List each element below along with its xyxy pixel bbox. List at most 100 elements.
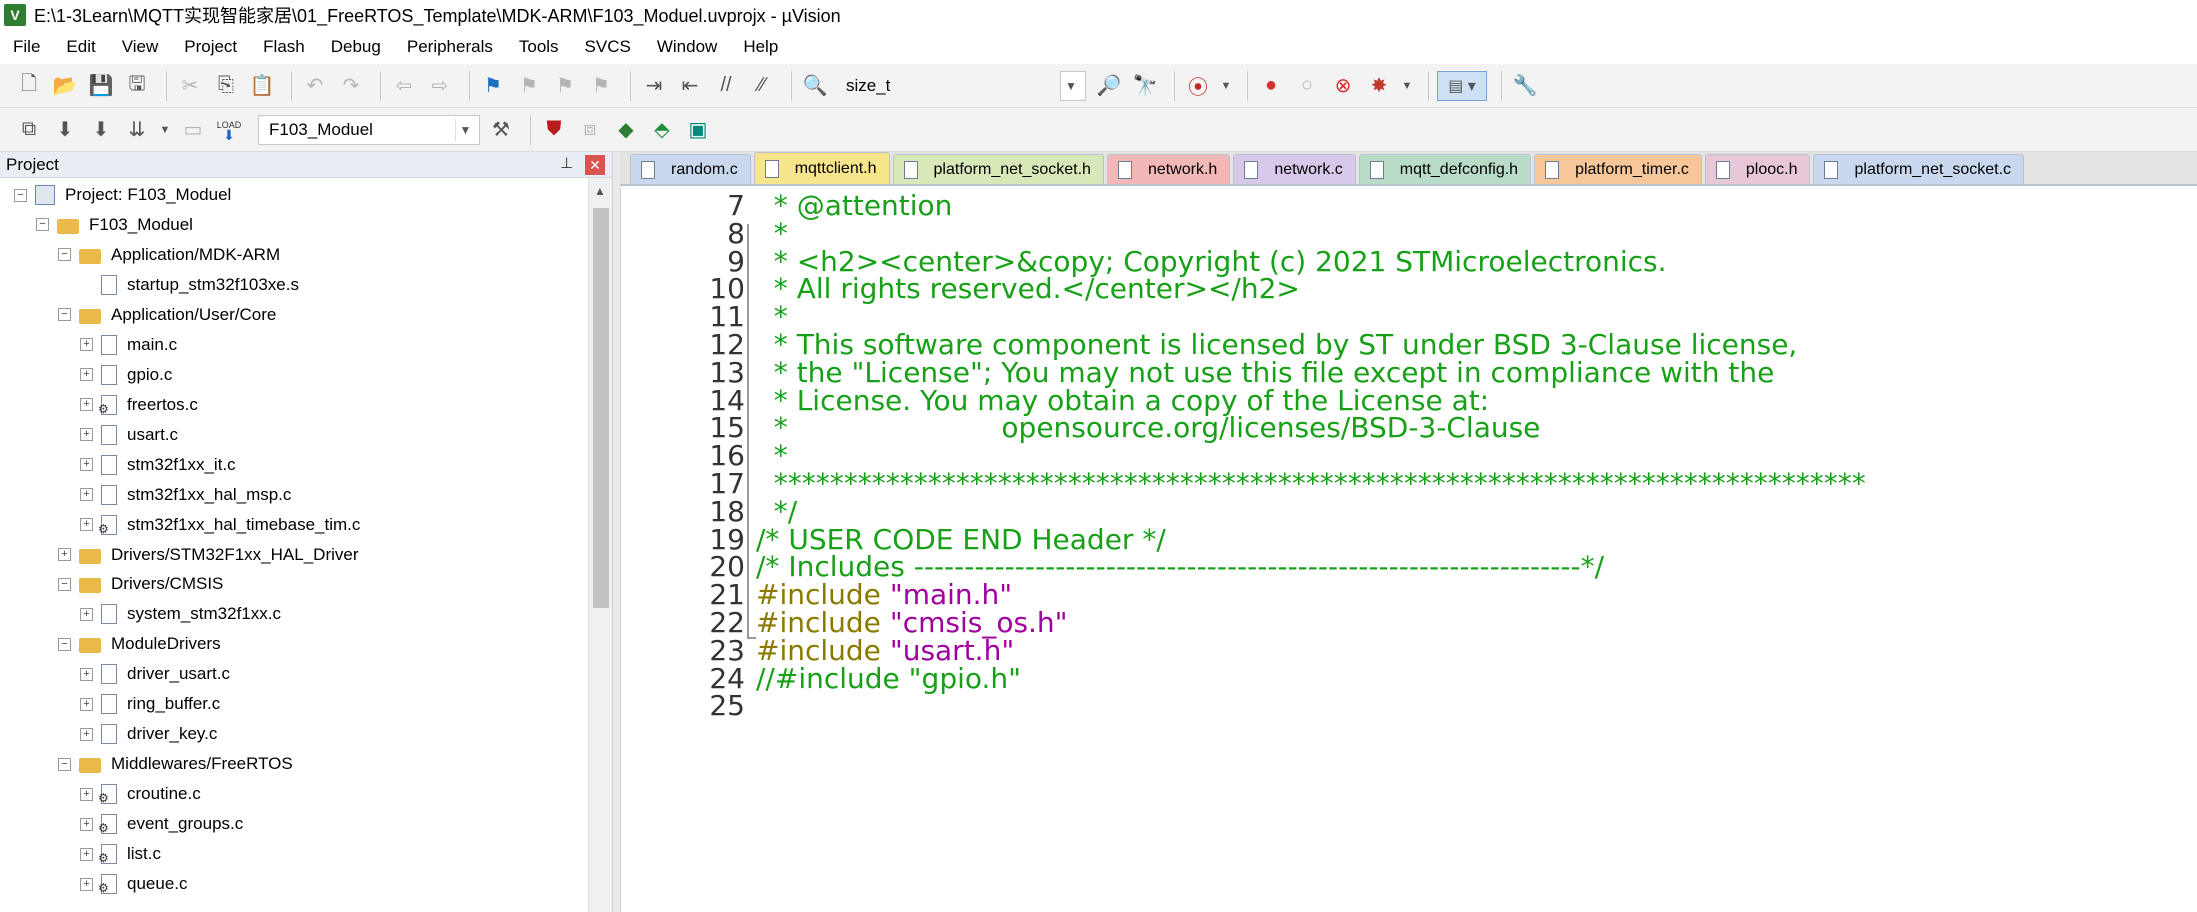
translate-icon[interactable]: ⧉ — [14, 115, 44, 145]
fold-marker[interactable] — [747, 224, 749, 638]
open-file-icon[interactable]: 📂 — [50, 71, 80, 101]
debug-session-icon[interactable]: ⦿ — [1183, 71, 1213, 101]
find-combo[interactable]: size_t — [836, 71, 1066, 101]
tree-item[interactable]: + event_groups.c — [80, 809, 243, 839]
new-file-icon[interactable]: 🗋 — [14, 71, 44, 101]
breakpoint-insert-icon[interactable]: ● — [1256, 71, 1286, 101]
tree-item[interactable]: + list.c — [80, 839, 161, 869]
find-in-files-icon[interactable]: 🔍 — [800, 71, 830, 101]
chevron-down-icon[interactable]: ▼ — [1219, 71, 1233, 101]
paste-icon[interactable]: 📋 — [247, 71, 277, 101]
tree-item[interactable]: − Application/User/Core — [58, 300, 276, 330]
tab-network-h[interactable]: network.h — [1106, 154, 1231, 184]
tree-item[interactable]: + gpio.c — [80, 360, 172, 390]
expand-icon[interactable]: + — [80, 727, 93, 741]
menu-flash[interactable]: Flash — [250, 37, 318, 57]
target-select[interactable]: F103_Moduel ▼ — [258, 114, 480, 145]
project-tree-scrollbar[interactable]: ▲ — [588, 178, 612, 912]
chevron-down-icon[interactable]: ▼ — [158, 115, 172, 145]
file-extensions-icon[interactable]: ⛊ — [539, 115, 569, 145]
tree-item[interactable]: startup_stm32f103xe.s — [80, 270, 299, 300]
tab-network-c[interactable]: network.c — [1233, 154, 1356, 184]
tree-item[interactable]: + stm32f1xx_hal_msp.c — [80, 480, 291, 510]
expand-icon[interactable]: + — [80, 338, 93, 352]
collapse-icon[interactable]: − — [58, 637, 71, 651]
expand-icon[interactable]: + — [80, 518, 93, 532]
expand-icon[interactable]: + — [80, 488, 93, 502]
breakpoint-kill-all-icon[interactable]: ✸ — [1364, 71, 1394, 101]
tab-mqtt-defconfig-h[interactable]: mqtt_defconfig.h — [1358, 154, 1532, 184]
bookmark-toggle-icon[interactable]: ⚑ — [478, 71, 508, 101]
close-icon[interactable]: ✕ — [585, 155, 605, 175]
tree-item[interactable]: + croutine.c — [80, 779, 201, 809]
menu-svcs[interactable]: SVCS — [572, 37, 644, 57]
expand-icon[interactable]: + — [80, 428, 93, 442]
expand-icon[interactable]: + — [80, 398, 93, 412]
select-software-packs-icon[interactable]: ▣ — [683, 115, 713, 145]
tab-random-c[interactable]: random.c — [630, 154, 751, 184]
find-combo-dropdown[interactable]: ▼ — [1060, 70, 1086, 101]
collapse-icon[interactable]: − — [58, 757, 71, 771]
save-all-icon[interactable]: 🖫 — [122, 71, 152, 101]
tree-item[interactable]: − Drivers/CMSIS — [58, 569, 223, 599]
collapse-icon[interactable]: − — [36, 218, 49, 232]
navigate-forward-icon[interactable]: ⇨ — [425, 71, 455, 101]
collapse-icon[interactable]: − — [58, 577, 71, 591]
save-icon[interactable]: 💾 — [86, 71, 116, 101]
bookmark-clear-icon[interactable]: ⚑ — [586, 71, 616, 101]
tree-item[interactable]: + system_stm32f1xx.c — [80, 599, 281, 629]
menu-help[interactable]: Help — [730, 37, 791, 57]
menu-project[interactable]: Project — [171, 37, 250, 57]
tree-item[interactable]: − F103_Moduel — [36, 210, 193, 240]
menu-debug[interactable]: Debug — [318, 37, 394, 57]
rebuild-icon[interactable]: ⬇ — [86, 115, 116, 145]
comment-icon[interactable]: // — [711, 71, 741, 101]
breakpoint-disable-all-icon[interactable]: ⊗ — [1328, 71, 1358, 101]
expand-icon[interactable]: + — [80, 667, 93, 681]
tree-item[interactable]: − Middlewares/FreeRTOS — [58, 749, 293, 779]
panel-splitter[interactable] — [612, 152, 620, 912]
build-icon[interactable]: ⬇ — [50, 115, 80, 145]
tab-platform-net-socket-c[interactable]: platform_net_socket.c — [1813, 154, 2025, 184]
rte-icon[interactable]: ◆ — [611, 115, 641, 145]
code-editor[interactable]: * @attention * * <h2><center>&copy; Copy… — [756, 188, 2197, 912]
pack-installer-icon[interactable]: ⬘ — [647, 115, 677, 145]
menu-file[interactable]: File — [0, 37, 53, 57]
navigate-back-icon[interactable]: ⇦ — [389, 71, 419, 101]
expand-icon[interactable]: + — [80, 817, 93, 831]
tree-item[interactable]: + freertos.c — [80, 390, 198, 420]
uncomment-icon[interactable]: ∕∕ — [747, 71, 777, 101]
copy-icon[interactable]: ⎘ — [211, 71, 241, 101]
tree-item[interactable]: + ring_buffer.c — [80, 689, 220, 719]
batch-build-icon[interactable]: ⇊ — [122, 115, 152, 145]
tree-item[interactable]: − Project: F103_Moduel — [14, 180, 231, 210]
tree-item[interactable]: + stm32f1xx_hal_timebase_tim.c — [80, 510, 360, 540]
tree-item[interactable]: + stm32f1xx_it.c — [80, 450, 236, 480]
tab-mqttclient-h[interactable]: mqttclient.h — [753, 152, 890, 184]
expand-icon[interactable]: + — [80, 787, 93, 801]
configure-wrench-icon[interactable]: 🔧 — [1510, 71, 1540, 101]
tree-item[interactable]: − ModuleDrivers — [58, 629, 221, 659]
undo-icon[interactable]: ↶ — [300, 71, 330, 101]
tree-item[interactable]: + driver_usart.c — [80, 659, 230, 689]
scrollbar-thumb[interactable] — [593, 208, 609, 608]
expand-icon[interactable]: + — [58, 548, 71, 562]
manage-components-icon[interactable]: ⧈ — [575, 115, 605, 145]
menu-tools[interactable]: Tools — [506, 37, 572, 57]
tab-platform-net-socket-h[interactable]: platform_net_socket.h — [892, 154, 1104, 184]
bookmark-prev-icon[interactable]: ⚑ — [514, 71, 544, 101]
download-load-icon[interactable]: LOAD ⬇ — [214, 115, 244, 145]
code-line[interactable]: ****************************************… — [756, 467, 1866, 500]
window-layout-icon[interactable]: ▤ ▾ — [1437, 70, 1487, 101]
expand-icon[interactable]: + — [80, 697, 93, 711]
scroll-up-arrow-icon[interactable]: ▲ — [594, 184, 606, 198]
expand-icon[interactable]: + — [80, 368, 93, 382]
indent-icon[interactable]: ⇥ — [639, 71, 669, 101]
expand-icon[interactable]: + — [80, 607, 93, 621]
expand-icon[interactable]: + — [80, 877, 93, 891]
collapse-icon[interactable]: − — [58, 308, 71, 322]
code-line[interactable]: //#include "gpio.h" — [756, 662, 1021, 695]
target-options-icon[interactable]: ⚒ — [486, 115, 516, 145]
stop-build-icon[interactable]: ▭ — [178, 115, 208, 145]
tree-item[interactable]: + main.c — [80, 330, 177, 360]
